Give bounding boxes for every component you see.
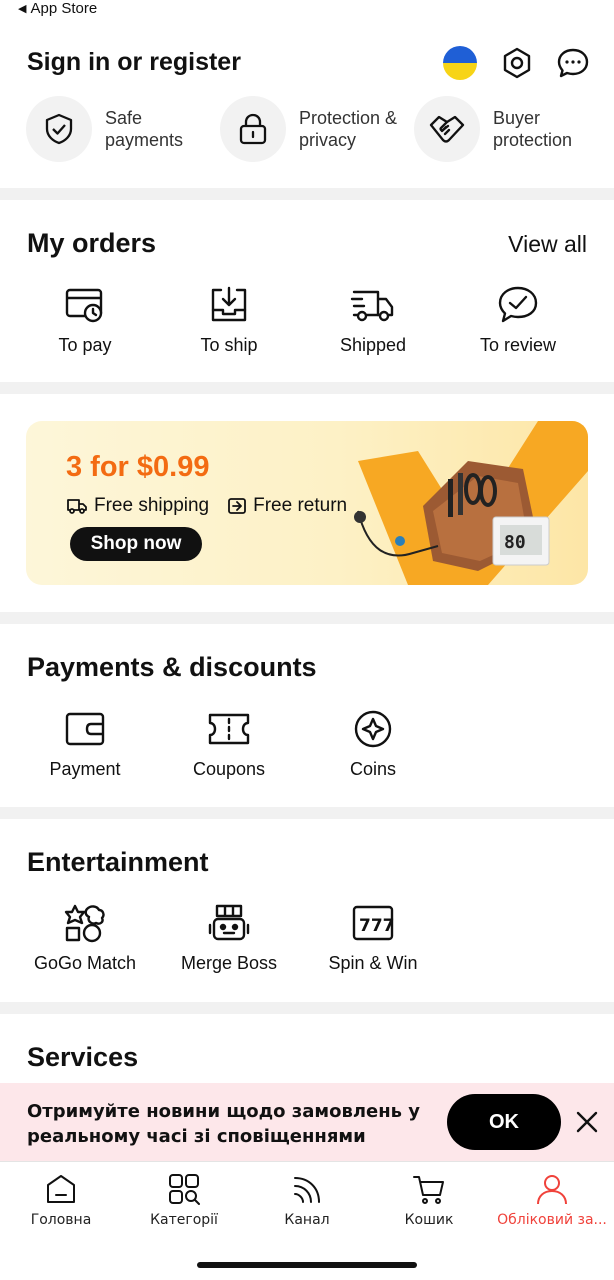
tab-label: Головна xyxy=(30,1212,92,1228)
return-icon xyxy=(228,498,247,514)
shapes-icon xyxy=(64,904,105,943)
box-download-icon xyxy=(211,286,247,322)
entertainment-gogo-match[interactable]: GoGo Match xyxy=(25,903,145,974)
section-divider xyxy=(0,382,614,394)
order-label: To pay xyxy=(58,335,112,355)
settings-hexagon-icon[interactable] xyxy=(500,46,534,80)
section-divider xyxy=(0,188,614,200)
tab-label: Кошик xyxy=(404,1212,454,1228)
promo-banner[interactable]: 3 for $0.99 Free shipping Free return Sh… xyxy=(26,421,588,585)
payments-title: Payments & discounts xyxy=(27,652,317,682)
tab-feed[interactable]: Канал xyxy=(246,1172,368,1228)
order-to-review[interactable]: To review xyxy=(458,285,578,356)
ticket-icon xyxy=(208,713,250,745)
handshake-icon xyxy=(429,115,465,143)
account-header: Sign in or register Safe payments Protec… xyxy=(0,28,614,188)
order-label: To review xyxy=(479,335,557,355)
assurance-label: Safe payments xyxy=(105,108,184,150)
account-icon xyxy=(537,1175,567,1205)
payments-label: Coins xyxy=(349,759,397,779)
entertainment-label: Merge Boss xyxy=(180,953,278,973)
entertainment-label: Spin & Win xyxy=(328,953,418,973)
shipping-truck-icon xyxy=(67,499,87,514)
tab-account[interactable]: Обліковий за... xyxy=(491,1172,613,1228)
notification-prompt: Отримуйте новини щодо замовлень у реальн… xyxy=(0,1083,614,1161)
assurance-label: Protection & privacy xyxy=(299,108,398,150)
status-bar: ◀ App Store xyxy=(0,0,614,20)
payments-label: Payment xyxy=(49,759,121,779)
chat-check-icon xyxy=(498,286,538,323)
promo-perks: Free shipping Free return xyxy=(66,495,347,517)
my-orders-title: My orders xyxy=(27,228,157,258)
robot-icon xyxy=(208,904,250,941)
tab-label: Обліковий за... xyxy=(497,1212,607,1228)
payments-payment[interactable]: Payment xyxy=(25,709,145,780)
truck-icon xyxy=(350,290,394,322)
tab-home[interactable]: Головна xyxy=(0,1172,122,1228)
lock-icon xyxy=(239,113,267,145)
assurance-safe-payments[interactable]: Safe payments xyxy=(26,95,205,163)
svg-text:777: 777 xyxy=(359,916,395,936)
categories-icon xyxy=(169,1174,200,1205)
payments-label: Coupons xyxy=(192,759,266,779)
entertainment-title: Entertainment xyxy=(27,847,209,877)
order-label: Shipped xyxy=(339,335,407,355)
home-icon xyxy=(47,1175,75,1203)
notification-ok-button[interactable]: OK xyxy=(447,1094,561,1150)
assurance-row: Safe payments Protection & privacy Buyer… xyxy=(0,95,614,163)
tab-cart[interactable]: Кошик xyxy=(368,1172,490,1228)
wallet-icon xyxy=(65,712,105,746)
home-indicator xyxy=(197,1262,417,1268)
free-return-label: Free return xyxy=(253,495,348,516)
assurance-protection-privacy[interactable]: Protection & privacy xyxy=(220,95,399,163)
back-app-label: App Store xyxy=(30,0,98,17)
order-shipped[interactable]: Shipped xyxy=(313,285,433,356)
assurance-buyer-protection[interactable]: Buyer protection xyxy=(414,95,593,163)
promo-products-image: 80 xyxy=(354,421,588,585)
feed-icon xyxy=(294,1177,320,1203)
shop-now-button[interactable]: Shop now xyxy=(70,527,202,561)
svg-text:80: 80 xyxy=(504,532,526,553)
sign-in-register-link[interactable]: Sign in or register xyxy=(27,48,241,77)
section-divider xyxy=(0,612,614,624)
payments-coupons[interactable]: Coupons xyxy=(169,709,289,780)
back-to-app-store[interactable]: ◀ App Store xyxy=(18,0,97,17)
back-triangle-icon: ◀ xyxy=(18,3,27,15)
message-icon[interactable] xyxy=(556,46,590,80)
entertainment-spin-win[interactable]: 777 Spin & Win xyxy=(313,903,433,974)
free-shipping-label: Free shipping xyxy=(94,495,210,516)
order-label: To ship xyxy=(200,335,258,355)
promo-title: 3 for $0.99 xyxy=(66,451,210,483)
tab-label: Категорії xyxy=(150,1212,218,1228)
services-title: Services xyxy=(27,1042,139,1072)
tab-categories[interactable]: Категорії xyxy=(123,1172,245,1228)
assurance-label: Buyer protection xyxy=(493,108,573,150)
entertainment-label: GoGo Match xyxy=(33,953,137,973)
entertainment-merge-boss[interactable]: Merge Boss xyxy=(169,903,289,974)
order-to-pay[interactable]: To pay xyxy=(25,285,145,356)
payments-coins[interactable]: Coins xyxy=(313,709,433,780)
close-icon[interactable] xyxy=(574,1109,600,1135)
section-divider xyxy=(0,1002,614,1014)
coin-icon xyxy=(354,710,392,748)
notification-message: Отримуйте новини щодо замовлень у реальн… xyxy=(27,1101,421,1147)
wallet-clock-icon xyxy=(65,288,103,323)
section-divider xyxy=(0,807,614,819)
shield-check-icon xyxy=(45,113,73,145)
ukraine-flag-icon[interactable] xyxy=(443,46,477,80)
cart-icon xyxy=(413,1176,444,1204)
slot-777-icon: 777 xyxy=(352,905,395,941)
view-all-orders-link[interactable]: View all xyxy=(508,231,587,258)
order-to-ship[interactable]: To ship xyxy=(169,285,289,356)
tab-label: Канал xyxy=(284,1212,330,1228)
